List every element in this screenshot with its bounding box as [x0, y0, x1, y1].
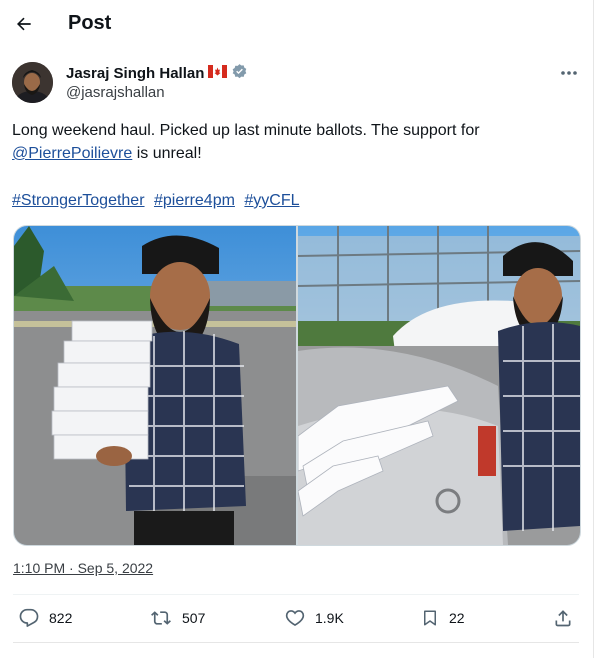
more-dots-icon: [561, 71, 577, 75]
author-handle[interactable]: @jasrajshallan: [66, 84, 165, 102]
media-grid: [13, 225, 581, 546]
heart-icon: [285, 610, 305, 627]
divider: [13, 642, 579, 643]
author-name-row[interactable]: Jasraj Singh Hallan: [66, 63, 248, 85]
divider: [13, 594, 579, 595]
man-holding-ballot-stacks-photo[interactable]: [14, 226, 296, 545]
column-border: [593, 0, 594, 658]
bookmark-icon: [424, 610, 436, 626]
hashtag-link[interactable]: #pierre4pm: [154, 192, 235, 209]
repost-button[interactable]: 507: [150, 608, 205, 628]
like-button[interactable]: 1.9K: [285, 608, 344, 628]
more-options-button[interactable]: [556, 64, 582, 82]
post-timestamp[interactable]: 1:10 PM · Sep 5, 2022: [13, 560, 153, 576]
reply-button[interactable]: 822: [19, 608, 72, 628]
back-button[interactable]: [10, 10, 38, 38]
avatar[interactable]: [12, 62, 53, 103]
ballots-on-car-trunk-photo[interactable]: [298, 226, 580, 545]
action-bar: 822 507 1.9K 22: [13, 604, 579, 634]
share-button[interactable]: [553, 608, 573, 628]
tweet-text-line1: Long weekend haul. Picked up last minute…: [12, 122, 480, 139]
author-name[interactable]: Jasraj Singh Hallan: [66, 65, 204, 83]
page-title: Post: [68, 12, 112, 34]
share-icon: [555, 610, 571, 627]
hashtag-link[interactable]: #StrongerTogether: [12, 192, 145, 209]
repost-count: 507: [182, 610, 206, 626]
mention-link[interactable]: @PierrePoilievre: [12, 145, 132, 162]
post-header: Post: [0, 0, 593, 48]
hashtag-row: #StrongerTogether #pierre4pm #yyCFL: [12, 190, 305, 212]
reply-count: 822: [49, 610, 73, 626]
canada-flag-icon: [208, 65, 228, 83]
verified-badge-icon: [231, 63, 248, 85]
hashtag-link[interactable]: #yyCFL: [244, 192, 299, 209]
bookmark-button[interactable]: 22: [421, 608, 465, 628]
like-count: 1.9K: [315, 610, 344, 626]
back-arrow-icon: [17, 17, 31, 31]
tweet-text: Long weekend haul. Picked up last minute…: [12, 119, 572, 165]
repost-icon: [151, 611, 171, 625]
bookmark-count: 22: [449, 610, 465, 626]
reply-icon: [19, 608, 39, 627]
tweet-text-rest: is unreal!: [132, 145, 202, 162]
